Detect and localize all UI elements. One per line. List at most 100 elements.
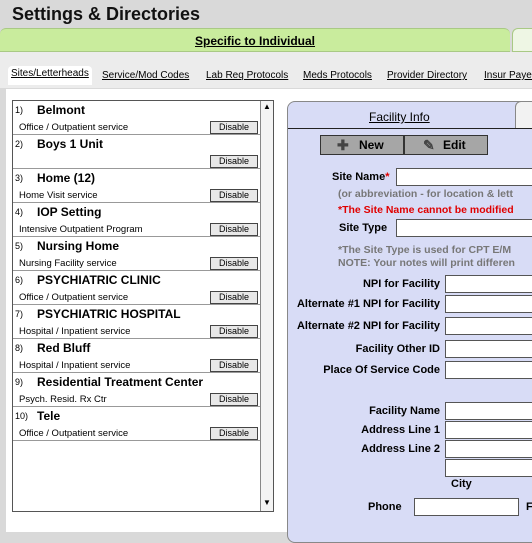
divider: [288, 128, 532, 129]
phone-label: Phone: [368, 501, 402, 513]
site-number: 7): [15, 309, 24, 319]
list-item[interactable]: 2) Boys 1 Unit Disable: [13, 135, 260, 169]
site-number: 10): [15, 411, 29, 421]
scroll-down-icon[interactable]: ▼: [261, 497, 273, 509]
site-list: 1) Belmont Office / Outpatient service D…: [12, 100, 274, 512]
window-title: Settings & Directories: [12, 4, 201, 24]
scope-banner[interactable]: Specific to Individual: [0, 28, 510, 52]
npi-label: NPI for Facility: [362, 278, 440, 290]
site-type-label: Site Type: [339, 222, 388, 234]
other-id-label: Facility Other ID: [355, 343, 440, 355]
pos-code-input[interactable]: [445, 361, 532, 379]
site-name: Red Bluff: [37, 341, 91, 355]
tab-sites-letterheads[interactable]: Sites/Letterheads: [8, 66, 92, 85]
alt2-npi-label: Alternate #2 NPI for Facility: [296, 320, 440, 332]
tab-lab-req-protocols[interactable]: Lab Req Protocols: [206, 70, 288, 81]
other-id-input[interactable]: [445, 340, 532, 358]
site-type: Office / Outpatient service: [19, 428, 129, 439]
site-name-input[interactable]: [396, 168, 532, 186]
site-type: Nursing Facility service: [19, 258, 117, 269]
disable-button[interactable]: Disable: [210, 121, 258, 134]
site-number: 4): [15, 207, 24, 217]
list-item[interactable]: 5) Nursing Home Nursing Facility service…: [13, 237, 260, 271]
tab-provider-directory[interactable]: Provider Directory: [387, 70, 467, 81]
disable-button[interactable]: Disable: [210, 189, 258, 202]
list-item[interactable]: 9) Residential Treatment Center Psych. R…: [13, 373, 260, 407]
tab-meds-protocols[interactable]: Meds Protocols: [303, 70, 372, 81]
site-name: Boys 1 Unit: [37, 137, 104, 151]
site-number: 8): [15, 343, 24, 353]
tab-bar: Sites/Letterheads Service/Mod Codes Lab …: [0, 52, 532, 88]
site-name: IOP Setting: [37, 205, 102, 219]
alt2-npi-input[interactable]: [445, 317, 532, 335]
pencil-icon: ✎: [423, 137, 435, 153]
site-type: Office / Outpatient service: [19, 122, 129, 133]
print-note: NOTE: Your notes will print differen: [338, 257, 515, 269]
address1-label: Address Line 1: [361, 424, 440, 436]
disable-button[interactable]: Disable: [210, 155, 258, 168]
site-name: Home (12): [37, 171, 96, 185]
list-item[interactable]: 7) PSYCHIATRIC HOSPITAL Hospital / Inpat…: [13, 305, 260, 339]
site-name-note: (or abbreviation - for location & lett: [338, 188, 514, 200]
list-item[interactable]: 10) Tele Office / Outpatient service Dis…: [13, 407, 260, 441]
scroll-up-icon[interactable]: ▲: [261, 101, 273, 113]
site-name: PSYCHIATRIC HOSPITAL: [37, 307, 181, 321]
site-name: PSYCHIATRIC CLINIC: [37, 273, 161, 287]
site-type: Hospital / Inpatient service: [19, 326, 131, 337]
site-type-select[interactable]: [396, 219, 532, 237]
site-type: Home Visit service: [19, 190, 98, 201]
list-item[interactable]: 1) Belmont Office / Outpatient service D…: [13, 101, 260, 135]
site-type: Office / Outpatient service: [19, 292, 129, 303]
scope-banner-label[interactable]: Specific to Individual: [195, 34, 315, 48]
disable-button[interactable]: Disable: [210, 223, 258, 236]
address2-input[interactable]: [445, 440, 532, 458]
alt1-npi-input[interactable]: [445, 295, 532, 313]
disable-button[interactable]: Disable: [210, 257, 258, 270]
new-button[interactable]: ✚ New: [320, 135, 404, 155]
site-name: Belmont: [37, 103, 85, 117]
disable-button[interactable]: Disable: [210, 325, 258, 338]
list-item[interactable]: 6) PSYCHIATRIC CLINIC Office / Outpatien…: [13, 271, 260, 305]
site-number: 6): [15, 275, 24, 285]
required-mark: *: [385, 171, 390, 183]
tab-insur-payers[interactable]: Insur Payers: [484, 70, 532, 81]
site-number: 1): [15, 105, 24, 115]
address1-input[interactable]: [445, 421, 532, 439]
site-name-label: Site Name*: [332, 171, 390, 183]
list-item[interactable]: 3) Home (12) Home Visit service Disable: [13, 169, 260, 203]
panel-side-tab[interactable]: [515, 101, 532, 129]
site-number: 2): [15, 139, 24, 149]
list-item[interactable]: 4) IOP Setting Intensive Outpatient Prog…: [13, 203, 260, 237]
disable-button[interactable]: Disable: [210, 427, 258, 440]
fax-label: F: [526, 501, 532, 513]
disable-button[interactable]: Disable: [210, 359, 258, 372]
site-number: 5): [15, 241, 24, 251]
site-name: Nursing Home: [37, 239, 120, 253]
edit-button[interactable]: ✎ Edit: [404, 135, 488, 155]
disable-button[interactable]: Disable: [210, 291, 258, 304]
pos-code-label: Place Of Service Code: [323, 364, 440, 376]
plus-icon: ✚: [337, 137, 349, 153]
site-number: 3): [15, 173, 24, 183]
list-scrollbar[interactable]: ▲ ▼: [260, 101, 273, 511]
site-type: Psych. Resid. Rx Ctr: [19, 394, 107, 405]
facility-name-label: Facility Name: [369, 405, 440, 417]
site-type-note: *The Site Type is used for CPT E/M: [338, 244, 512, 256]
site-name-warning: *The Site Name cannot be modified: [338, 204, 514, 216]
city-input[interactable]: [445, 459, 532, 477]
alt1-npi-label: Alternate #1 NPI for Facility: [296, 298, 440, 310]
tab-service-mod-codes[interactable]: Service/Mod Codes: [102, 70, 189, 81]
list-item[interactable]: 8) Red Bluff Hospital / Inpatient servic…: [13, 339, 260, 373]
city-label: City: [451, 478, 472, 490]
address2-label: Address Line 2: [361, 443, 440, 455]
site-type: Intensive Outpatient Program: [19, 224, 143, 235]
disable-button[interactable]: Disable: [210, 393, 258, 406]
facility-info-title: Facility Info: [369, 110, 430, 124]
site-type: Hospital / Inpatient service: [19, 360, 131, 371]
site-number: 9): [15, 377, 24, 387]
site-name: Residential Treatment Center: [37, 375, 204, 389]
facility-name-input[interactable]: [445, 402, 532, 420]
phone-input[interactable]: [414, 498, 519, 516]
scope-banner-alt-tab[interactable]: [512, 28, 532, 52]
npi-input[interactable]: [445, 275, 532, 293]
